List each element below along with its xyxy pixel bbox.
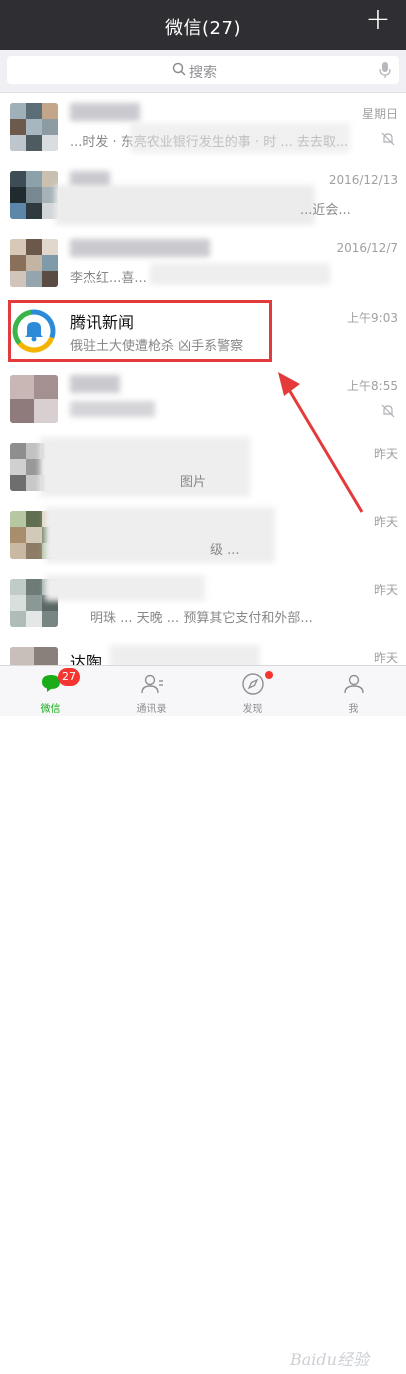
mute-bell-icon [381,132,395,146]
search-input[interactable]: 搜索 [7,56,399,84]
baidu-watermark: Baidu经验 [290,1338,390,1374]
search-icon [172,62,186,76]
redaction-overlay [150,263,330,285]
chat-row[interactable]: ...时发 · 东亮农业银行发生的事 · 时 ... 去去取... 星期日 [0,93,406,162]
unread-badge: 27 [58,668,80,686]
microphone-icon[interactable] [379,61,391,79]
chat-time: 昨天 [373,651,398,665]
compass-icon [241,673,264,695]
notification-dot [265,671,273,679]
chat-time: 昨天 [373,583,398,597]
chat-time: 上午9:03 [347,311,398,325]
chat-preview: ...近会... [300,203,351,218]
redacted-name [70,103,140,121]
redaction-overlay [45,507,275,563]
chat-time: 2016/12/7 [336,241,398,255]
annotation-arrow [278,372,364,513]
chat-row[interactable]: 李杰红...喜... 2016/12/7 [0,229,406,298]
tab-discover[interactable]: 发现 [202,666,303,716]
tab-label: 通讯录 [136,704,167,715]
tab-label: 发现 [242,704,263,715]
chat-preview: 李杰红...喜... [70,271,147,286]
page-title: 微信(27) [165,18,241,39]
redaction-overlay [45,575,205,601]
redacted-name [70,239,210,257]
chat-preview: 级 ... [210,543,240,558]
tab-me[interactable]: 我 [303,666,404,716]
tab-chats[interactable]: 27 微信 [0,666,101,716]
tab-bar: 27 微信 通讯录 发现 我 Baidu经验 [0,665,406,1369]
tab-label: 微信 [40,704,61,715]
redaction-overlay [130,123,350,153]
redacted-preview [70,401,155,417]
chat-preview: 明珠 ... 天晚 ... 预算其它支付和外部... [90,611,313,626]
chat-row[interactable]: ...近会... 2016/12/13 [0,161,406,230]
redaction-overlay [55,185,315,225]
add-button[interactable]: + [364,5,392,35]
group-avatar [10,171,58,219]
highlight-box [8,300,272,362]
person-icon [343,674,364,694]
group-avatar [10,103,58,151]
search-bar-container: 搜索 [0,50,406,93]
contact-avatar [10,375,58,423]
tab-label: 我 [348,704,359,715]
mute-bell-icon [381,404,395,418]
tab-contacts[interactable]: 通讯录 [101,666,202,716]
search-placeholder: 搜索 [189,65,217,81]
chat-preview: 图片 [180,475,207,490]
redacted-name [70,375,120,393]
redaction-overlay [40,437,250,497]
nav-bar: 微信(27) + [0,0,406,50]
group-avatar [10,239,58,287]
contacts-icon [140,674,163,694]
chat-time: 星期日 [361,107,398,121]
watermark-text: Baidu经验 [290,1350,369,1369]
chat-time: 2016/12/13 [328,173,398,187]
chat-row[interactable]: 明珠 ... 天晚 ... 预算其它支付和外部... 昨天 [0,569,406,638]
